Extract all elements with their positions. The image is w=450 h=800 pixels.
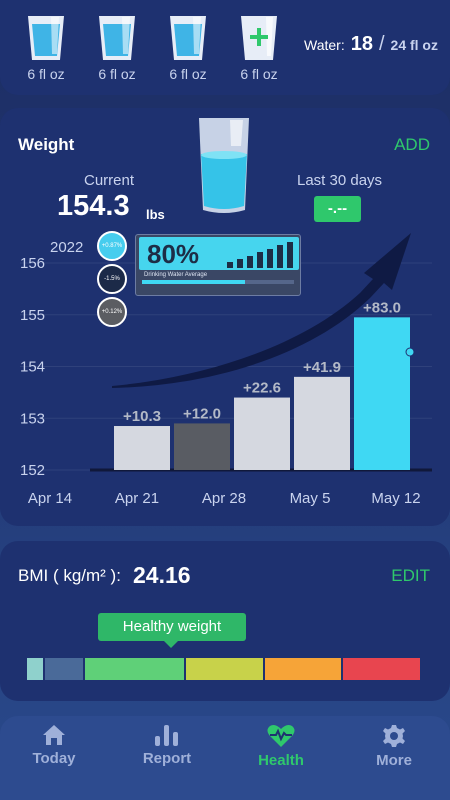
bmi-value: 24.16 xyxy=(133,562,191,588)
water-glass-icon xyxy=(28,16,64,60)
nav-label: Today xyxy=(32,750,76,767)
water-average-header: 80% xyxy=(139,237,299,270)
mini-bar-chart-icon xyxy=(227,242,293,268)
water-card: 6 fl oz 6 fl oz 6 fl oz 6 fl oz Water: 1… xyxy=(0,0,450,95)
water-cup-1[interactable]: 6 fl oz xyxy=(21,14,71,82)
water-glass-icon xyxy=(170,16,206,60)
bmi-scale-segment xyxy=(186,658,263,680)
nav-item-report[interactable]: Report xyxy=(127,724,207,767)
home-icon xyxy=(43,725,65,745)
x-tick-label: Apr 14 xyxy=(28,490,72,507)
nav-item-today[interactable]: Today xyxy=(14,724,94,767)
system-bar xyxy=(0,780,450,800)
water-cup-add[interactable]: 6 fl oz xyxy=(234,14,284,82)
bmi-scale-segment xyxy=(265,658,341,680)
year-label: 2022 xyxy=(50,239,84,256)
cup-label: 6 fl oz xyxy=(169,66,207,82)
trend-dot xyxy=(405,347,415,357)
edit-bmi-button[interactable]: EDIT xyxy=(391,566,430,586)
cup-label: 6 fl oz xyxy=(27,66,65,82)
bar-value-label: +83.0 xyxy=(363,299,401,316)
bmi-scale-segment xyxy=(85,658,184,680)
y-tick-label: 155 xyxy=(20,307,45,324)
water-goal: 24 fl oz xyxy=(390,37,438,53)
x-tick-label: Apr 21 xyxy=(115,490,159,507)
stat-dot: -1.5% xyxy=(97,264,127,294)
water-average-subtitle: Drinking Water Average xyxy=(144,272,208,278)
weight-chart: 152 153 154 155 156 Apr 14 Apr 21 Apr 28 May 5 Ma… xyxy=(20,233,432,507)
gear-icon xyxy=(383,725,405,747)
water-average-panel: 80% Drinking Water Average xyxy=(135,234,301,296)
water-count: 18 xyxy=(350,33,373,55)
weight-bar xyxy=(294,376,350,470)
add-water-icon xyxy=(241,16,277,60)
bottom-nav: Today Report Health More xyxy=(0,716,450,780)
weight-bar xyxy=(174,423,230,470)
y-tick-label: 152 xyxy=(20,462,45,479)
bar-value-label: +10.3 xyxy=(123,408,161,425)
water-summary: Water: 18 / 24 fl oz xyxy=(304,33,438,56)
water-cup-3[interactable]: 6 fl oz xyxy=(163,14,213,82)
bmi-scale-segment xyxy=(343,658,420,680)
nav-label: Health xyxy=(258,752,304,769)
bmi-label: BMI ( kg/m² ): xyxy=(18,566,121,585)
nav-item-health[interactable]: Health xyxy=(241,724,321,769)
nav-label: Report xyxy=(142,750,192,767)
x-tick-label: May 5 xyxy=(290,490,331,507)
bar-value-label: +12.0 xyxy=(183,405,221,422)
water-glass-icon xyxy=(99,16,135,60)
y-tick-label: 153 xyxy=(20,410,45,427)
weight-card: Weight ADD Current 154.3 lbs Last 30 day… xyxy=(0,108,450,526)
stat-dot: +0.12% xyxy=(97,297,127,327)
stat-dot: +0.87% xyxy=(97,231,127,261)
water-cup-2[interactable]: 6 fl oz xyxy=(92,14,142,82)
weight-bar xyxy=(234,397,290,470)
y-tick-label: 156 xyxy=(20,255,45,272)
bmi-scale-segment xyxy=(45,658,83,680)
x-tick-label: Apr 28 xyxy=(202,490,246,507)
weight-bar xyxy=(354,317,410,470)
water-slash: / xyxy=(378,33,385,55)
heart-pulse-icon xyxy=(267,725,295,747)
bar-value-label: +41.9 xyxy=(303,359,341,376)
cup-label: 6 fl oz xyxy=(98,66,136,82)
bmi-card: BMI ( kg/m² ): 24.16 EDIT Healthy weight xyxy=(0,541,450,701)
weight-bar xyxy=(114,426,170,470)
water-average-progress xyxy=(142,280,246,284)
y-tick-label: 154 xyxy=(20,359,45,376)
bmi-scale xyxy=(27,658,420,680)
bar-chart-icon xyxy=(155,725,178,746)
x-tick-label: May 12 xyxy=(371,490,420,507)
water-average-percent: 80% xyxy=(147,239,200,269)
nav-item-more[interactable]: More xyxy=(354,724,434,769)
water-label: Water: xyxy=(304,37,345,53)
nav-label: More xyxy=(376,752,412,769)
bar-value-label: +22.6 xyxy=(243,380,281,397)
cup-label: 6 fl oz xyxy=(240,66,278,82)
bmi-status-tag: Healthy weight xyxy=(98,613,246,648)
bmi-scale-segment xyxy=(27,658,43,680)
